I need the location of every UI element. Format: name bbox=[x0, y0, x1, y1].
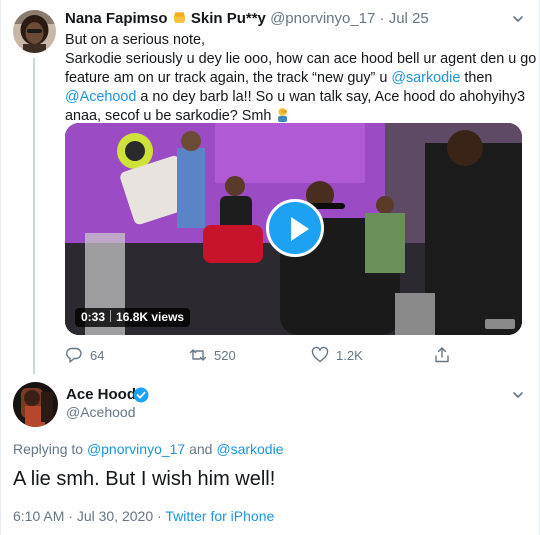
play-icon bbox=[291, 217, 309, 241]
tweet-text-segment: feature am on ur track again, the track … bbox=[65, 70, 392, 86]
badge-divider bbox=[110, 310, 112, 322]
main-handle[interactable]: @Acehood bbox=[66, 404, 135, 420]
video-view-count: 16.8K views bbox=[116, 310, 185, 324]
share-icon bbox=[435, 347, 449, 363]
parent-handle[interactable]: @pnorvinyo_17 bbox=[270, 10, 375, 27]
tweet-metadata: 6:10 AM · Jul 30, 2020 · Twitter for iPh… bbox=[13, 508, 274, 524]
person-facepalm-emoji-icon bbox=[275, 107, 290, 122]
retweet-count: 520 bbox=[214, 348, 236, 363]
parent-tweet-text: But on a serious note, Sarkodie seriousl… bbox=[65, 31, 537, 126]
main-display-name[interactable]: Ace Hood bbox=[66, 386, 136, 403]
main-tweet-text: A lie smh. But I wish him well! bbox=[13, 468, 276, 490]
tweet-text-segment: anaa, secof u be sarkodie? Smh bbox=[65, 108, 272, 124]
parent-name-suffix[interactable]: Skin Pu**y bbox=[191, 10, 266, 27]
main-avatar[interactable] bbox=[13, 382, 58, 427]
retweet-icon bbox=[189, 349, 207, 361]
fist-emoji-icon bbox=[172, 10, 187, 25]
tweet-time[interactable]: 6:10 AM bbox=[13, 508, 64, 524]
tweet-text-segment: then bbox=[460, 70, 493, 86]
chevron-down-icon[interactable] bbox=[511, 388, 525, 402]
like-count: 1.2K bbox=[336, 348, 363, 363]
tweet-text-line: @Acehood a no dey barb la!! So u wan tal… bbox=[65, 88, 525, 107]
parent-header: Nana Fapimso Skin Pu**y @pnorvinyo_17 · … bbox=[65, 10, 429, 27]
mention-link-sarkodie[interactable]: @sarkodie bbox=[391, 70, 460, 86]
mention-link-sarkodie[interactable]: @sarkodie bbox=[216, 441, 283, 457]
reply-count: 64 bbox=[90, 348, 105, 363]
mention-link-pnorvinyo[interactable]: @pnorvinyo_17 bbox=[87, 441, 185, 457]
tweet-text-line: feature am on ur track again, the track … bbox=[65, 69, 525, 88]
meta-separator: · bbox=[153, 508, 166, 524]
tweet-date[interactable]: Jul 30, 2020 bbox=[77, 508, 153, 524]
video-duration: 0:33 bbox=[81, 310, 106, 324]
video-player[interactable]: 0:33 16.8K views bbox=[65, 123, 522, 335]
parent-avatar[interactable] bbox=[13, 10, 56, 53]
chevron-down-icon[interactable] bbox=[511, 12, 525, 26]
parent-action-bar: 64 520 1.2K bbox=[65, 345, 465, 367]
play-button[interactable] bbox=[266, 199, 324, 257]
replying-and: and bbox=[185, 441, 217, 457]
reply-icon bbox=[66, 347, 82, 363]
parent-tweet[interactable]: Nana Fapimso Skin Pu**y @pnorvinyo_17 · … bbox=[1, 0, 540, 374]
meta-separator: · bbox=[64, 508, 77, 524]
thread-connector-line bbox=[33, 58, 35, 374]
tweet-text-segment: a no dey barb la!! So u wan talk say, Ac… bbox=[136, 89, 525, 105]
tweet-source-link[interactable]: Twitter for iPhone bbox=[165, 508, 274, 524]
parent-display-name[interactable]: Nana Fapimso bbox=[65, 10, 168, 27]
tweet-text-line: But on a serious note, bbox=[65, 32, 205, 48]
replying-prefix: Replying to bbox=[13, 441, 87, 457]
parent-date[interactable]: Jul 25 bbox=[389, 10, 429, 27]
video-info-badge: 0:33 16.8K views bbox=[75, 308, 191, 327]
mention-link-acehood[interactable]: @Acehood bbox=[65, 89, 136, 105]
header-separator: · bbox=[379, 10, 385, 27]
verified-badge-icon bbox=[133, 387, 149, 403]
tweet-thread: Nana Fapimso Skin Pu**y @pnorvinyo_17 · … bbox=[0, 0, 540, 535]
tweet-text-line: Sarkodie seriously u dey lie ooo, how ca… bbox=[65, 51, 537, 67]
like-icon bbox=[311, 346, 329, 363]
replying-to-line: Replying to @pnorvinyo_17 and @sarkodie bbox=[13, 441, 284, 457]
